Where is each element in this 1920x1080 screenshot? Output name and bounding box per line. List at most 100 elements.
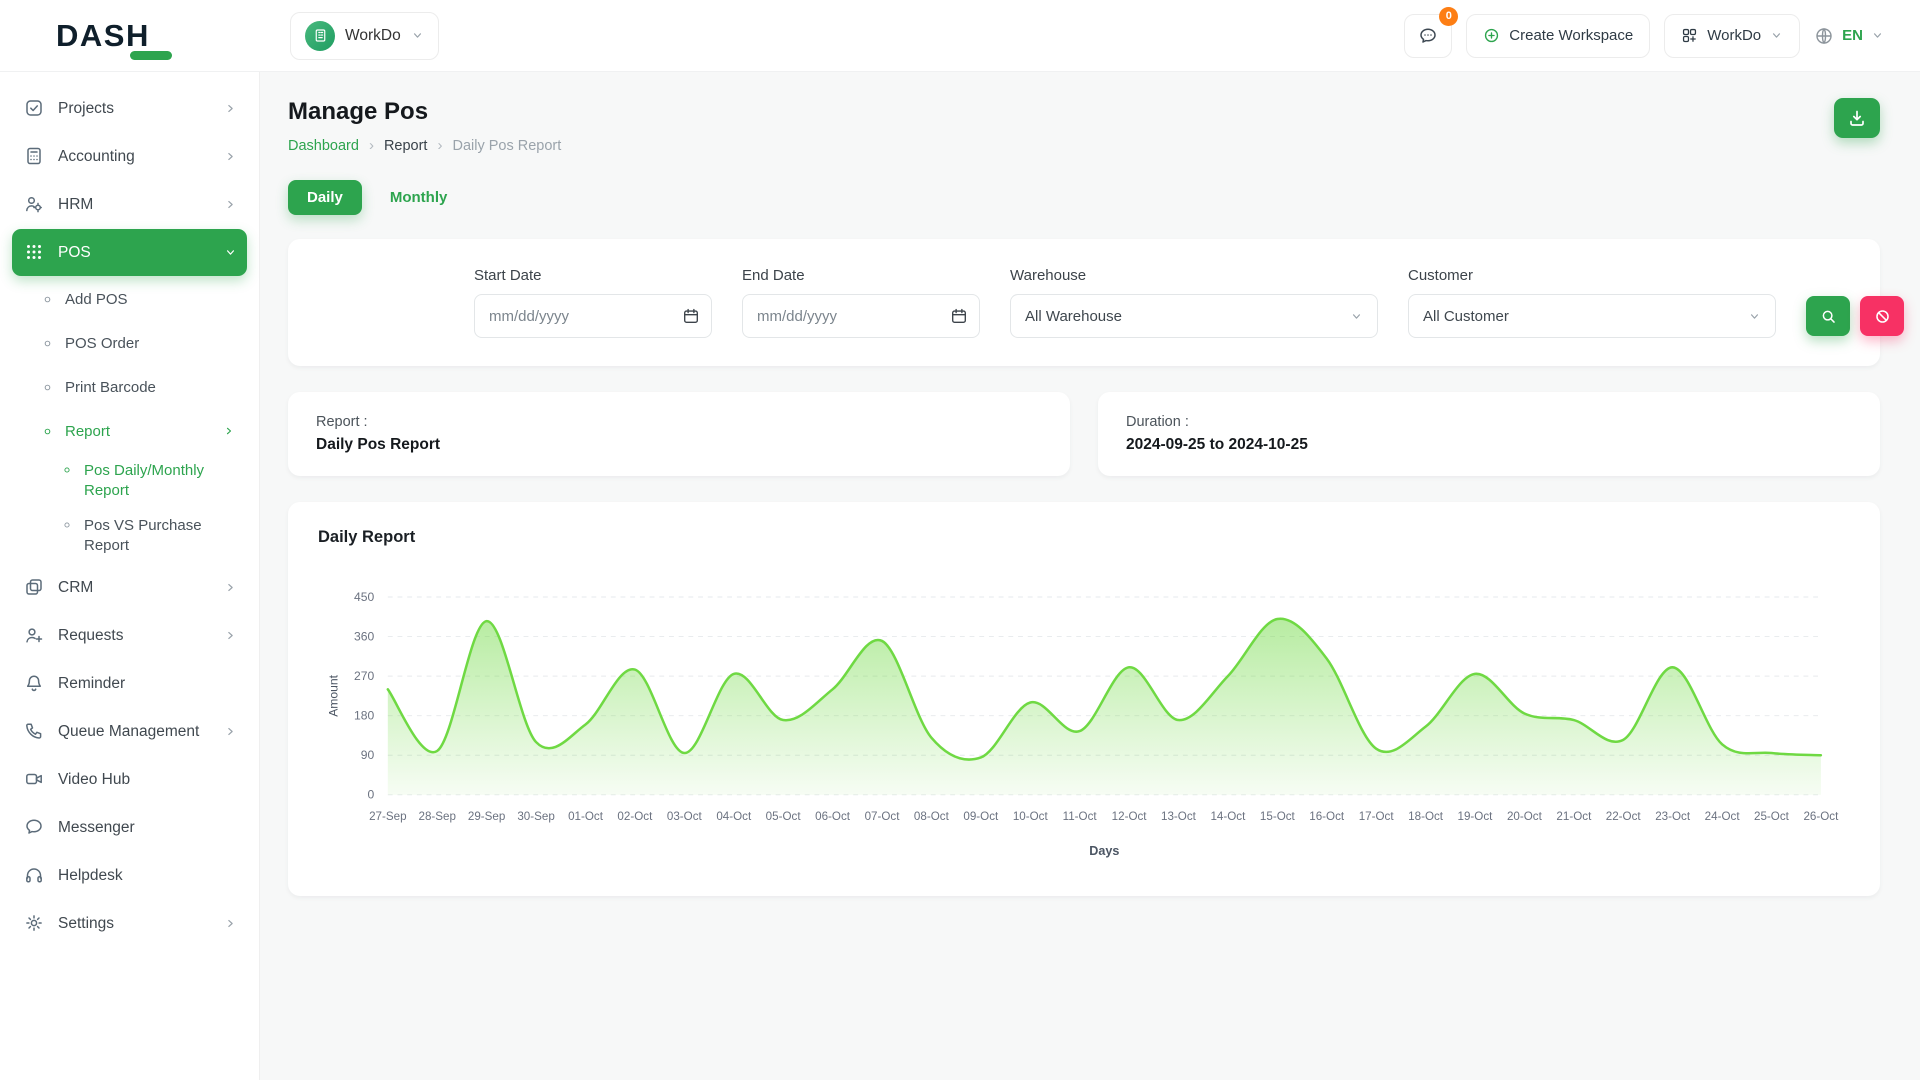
svg-text:24-Oct: 24-Oct bbox=[1705, 810, 1741, 823]
tab-monthly[interactable]: Monthly bbox=[390, 189, 448, 206]
svg-text:19-Oct: 19-Oct bbox=[1458, 810, 1494, 823]
breadcrumb-dashboard-link[interactable]: Dashboard bbox=[288, 138, 359, 154]
sidebar-item-settings[interactable]: Settings bbox=[12, 900, 247, 947]
sidebar-item-crm[interactable]: CRM bbox=[12, 564, 247, 611]
svg-text:29-Sep: 29-Sep bbox=[468, 810, 506, 823]
svg-text:21-Oct: 21-Oct bbox=[1556, 810, 1592, 823]
sidebar-item-label: Pos VS Purchase Report bbox=[84, 516, 243, 555]
messages-badge: 0 bbox=[1439, 7, 1458, 26]
workspace-avatar bbox=[305, 21, 335, 51]
warehouse-select[interactable]: All Warehouse bbox=[1010, 294, 1378, 338]
language-switcher[interactable]: EN bbox=[1814, 14, 1884, 58]
sidebar-item-video-hub[interactable]: Video Hub bbox=[12, 756, 247, 803]
report-period-tabs: Daily Monthly bbox=[288, 180, 1880, 215]
sidebar-item-messenger[interactable]: Messenger bbox=[12, 804, 247, 851]
chat-bubble-icon bbox=[1418, 26, 1438, 46]
circle-bullet-icon bbox=[42, 426, 53, 437]
app-logo[interactable]: DASH bbox=[0, 18, 260, 54]
pos-icon bbox=[24, 242, 45, 263]
sidebar-item-label: POS bbox=[58, 244, 91, 262]
chevron-right-icon bbox=[224, 629, 237, 642]
sidebar-item-label: Reminder bbox=[58, 675, 125, 693]
pos-submenu: Add POS POS Order Print Barcode Report bbox=[0, 277, 259, 563]
account-menu-label: WorkDo bbox=[1707, 27, 1761, 44]
daily-report-card: Daily Report 09018027036045027-Sep28-Sep… bbox=[288, 502, 1880, 896]
accounting-icon bbox=[24, 146, 45, 167]
sidebar-item-pos-vs-purchase-report[interactable]: Pos VS Purchase Report bbox=[0, 508, 259, 563]
search-button[interactable] bbox=[1806, 296, 1850, 336]
warehouse-select-value: All Warehouse bbox=[1025, 308, 1122, 325]
sidebar-item-projects[interactable]: Projects bbox=[12, 85, 247, 132]
apps-grid-icon bbox=[1681, 27, 1698, 44]
sidebar-item-label: Report bbox=[65, 423, 110, 440]
breadcrumb-separator-icon: › bbox=[437, 137, 442, 154]
svg-text:90: 90 bbox=[361, 748, 375, 762]
video-camera-icon bbox=[24, 769, 45, 790]
sidebar-item-accounting[interactable]: Accounting bbox=[12, 133, 247, 180]
report-summary-card: Report : Daily Pos Report bbox=[288, 392, 1070, 476]
topbar: DASH WorkDo 0 Create Workspace WorkDo bbox=[0, 0, 1920, 72]
sidebar: Projects Accounting HRM POS bbox=[0, 72, 260, 1080]
chevron-right-icon bbox=[224, 198, 237, 211]
sidebar-item-helpdesk[interactable]: Helpdesk bbox=[12, 852, 247, 899]
duration-summary-label: Duration : bbox=[1126, 414, 1852, 430]
sidebar-item-pos-daily-monthly-report[interactable]: Pos Daily/Monthly Report bbox=[0, 453, 259, 508]
sidebar-item-requests[interactable]: Requests bbox=[12, 612, 247, 659]
sidebar-item-add-pos[interactable]: Add POS bbox=[0, 277, 259, 321]
sidebar-item-queue-management[interactable]: Queue Management bbox=[12, 708, 247, 755]
logo-text: DASH bbox=[56, 18, 150, 54]
svg-text:28-Sep: 28-Sep bbox=[419, 810, 457, 823]
sidebar-item-pos-order[interactable]: POS Order bbox=[0, 321, 259, 365]
download-report-button[interactable] bbox=[1834, 98, 1880, 138]
tab-daily[interactable]: Daily bbox=[288, 180, 362, 215]
sidebar-item-hrm[interactable]: HRM bbox=[12, 181, 247, 228]
workspace-switcher[interactable]: WorkDo bbox=[290, 12, 439, 60]
svg-text:15-Oct: 15-Oct bbox=[1260, 810, 1296, 823]
sidebar-item-report[interactable]: Report bbox=[0, 409, 259, 453]
logo-dash-accent bbox=[130, 51, 172, 60]
sidebar-item-label: Settings bbox=[58, 915, 114, 933]
customer-select[interactable]: All Customer bbox=[1408, 294, 1776, 338]
sidebar-item-label: Helpdesk bbox=[58, 867, 123, 885]
svg-text:26-Oct: 26-Oct bbox=[1803, 810, 1839, 823]
circle-bullet-icon bbox=[42, 294, 53, 305]
svg-text:07-Oct: 07-Oct bbox=[865, 810, 901, 823]
chat-bubble-icon bbox=[24, 817, 45, 838]
svg-text:360: 360 bbox=[354, 629, 374, 643]
create-workspace-button[interactable]: Create Workspace bbox=[1466, 14, 1650, 58]
svg-text:30-Sep: 30-Sep bbox=[517, 810, 555, 823]
svg-text:27-Sep: 27-Sep bbox=[369, 810, 407, 823]
messages-button[interactable]: 0 bbox=[1404, 14, 1452, 58]
summary-row: Report : Daily Pos Report Duration : 202… bbox=[288, 392, 1880, 476]
breadcrumb-current: Daily Pos Report bbox=[452, 138, 561, 154]
account-menu-button[interactable]: WorkDo bbox=[1664, 14, 1800, 58]
circle-bullet-icon bbox=[42, 382, 53, 393]
chevron-down-icon bbox=[1770, 29, 1783, 42]
chevron-down-icon bbox=[224, 246, 237, 259]
sidebar-item-label: CRM bbox=[58, 579, 93, 597]
sidebar-item-label: Pos Daily/Monthly Report bbox=[84, 461, 243, 500]
svg-text:270: 270 bbox=[354, 669, 374, 683]
chevron-right-icon bbox=[224, 917, 237, 930]
sidebar-item-pos[interactable]: POS bbox=[12, 229, 247, 276]
daily-report-area-chart: 09018027036045027-Sep28-Sep29-Sep30-Sep0… bbox=[318, 575, 1850, 880]
svg-text:0: 0 bbox=[367, 788, 374, 802]
svg-text:180: 180 bbox=[354, 709, 374, 723]
chevron-down-icon bbox=[1871, 29, 1884, 42]
chevron-right-icon bbox=[224, 725, 237, 738]
crm-icon bbox=[24, 577, 45, 598]
svg-text:13-Oct: 13-Oct bbox=[1161, 810, 1197, 823]
end-date-input[interactable] bbox=[742, 294, 980, 338]
report-summary-label: Report : bbox=[316, 414, 1042, 430]
create-workspace-label: Create Workspace bbox=[1509, 27, 1633, 44]
sidebar-item-reminder[interactable]: Reminder bbox=[12, 660, 247, 707]
chevron-right-icon bbox=[224, 102, 237, 115]
circle-bullet-icon bbox=[42, 338, 53, 349]
start-date-input[interactable] bbox=[474, 294, 712, 338]
plus-circle-icon bbox=[1483, 27, 1500, 44]
search-icon bbox=[1820, 308, 1837, 325]
chart-title: Daily Report bbox=[318, 528, 1850, 547]
user-plus-icon bbox=[24, 625, 45, 646]
reset-filter-button[interactable] bbox=[1860, 296, 1904, 336]
sidebar-item-print-barcode[interactable]: Print Barcode bbox=[0, 365, 259, 409]
